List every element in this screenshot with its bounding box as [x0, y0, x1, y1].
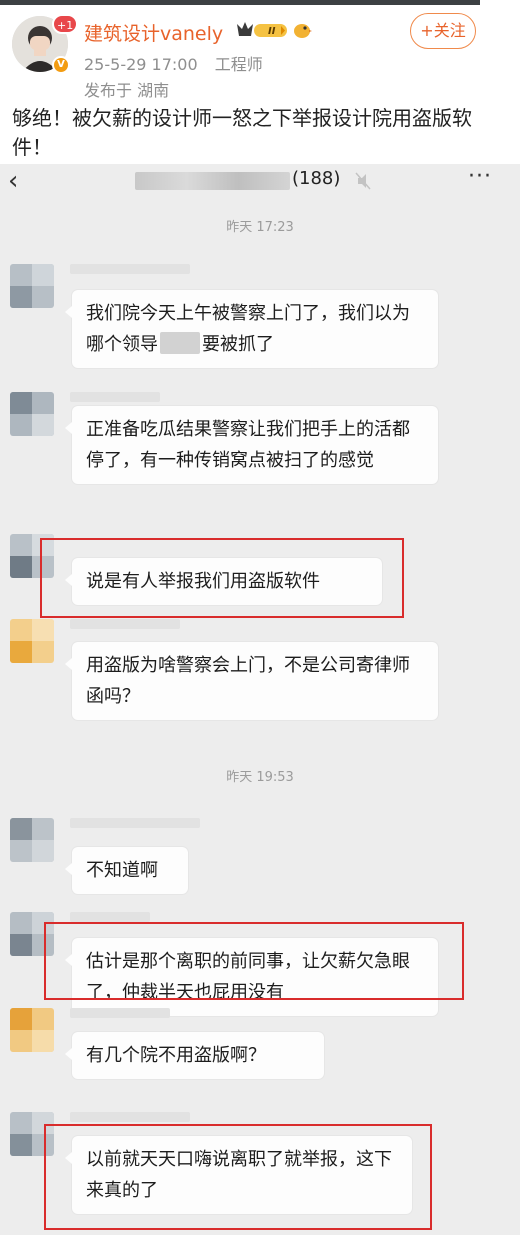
message-text: 用盗版为啥警察会上门，不是公司寄律师函吗？	[86, 655, 410, 707]
chat-avatar-blurred	[10, 619, 54, 663]
message-bubble: 有几个院不用盗版啊？	[65, 1032, 324, 1079]
group-member-count: (188)	[292, 168, 341, 189]
mute-icon	[355, 172, 371, 190]
message-text: 有几个院不用盗版啊？	[86, 1045, 266, 1066]
message-bubble: 用盗版为啥警察会上门，不是公司寄律师函吗？	[65, 642, 438, 720]
user-title: 工程师	[214, 55, 263, 74]
vip-level-text: II	[268, 26, 276, 37]
post-date: 25-5-29 17:00	[84, 55, 198, 74]
sender-name-blurred	[70, 818, 200, 828]
bird-icon	[292, 20, 312, 40]
vip-badge-icon: II	[235, 20, 289, 40]
verified-icon: V	[52, 56, 70, 74]
message-text: 正准备吃瓜结果警察让我们把手上的活都停了，有一种传销窝点被扫了的感觉	[86, 419, 410, 471]
message-text: 不知道啊	[86, 860, 158, 881]
sender-name-blurred	[70, 392, 160, 402]
group-name-blurred	[135, 172, 290, 190]
message-bubble: 我们院今天上午被警察上门了，我们以为哪个领导 要被抓了	[65, 290, 438, 368]
chat-timestamp: 昨天 17:23	[226, 220, 294, 235]
red-highlight-box	[44, 1124, 432, 1230]
sender-name-blurred	[70, 1008, 170, 1018]
chat-avatar-blurred	[10, 264, 54, 308]
chat-header: ‹ (188) ···	[0, 164, 520, 200]
post-location: 发布于 湖南	[84, 81, 170, 100]
chat-avatar-blurred	[10, 392, 54, 436]
post-meta: 25-5-29 17:00 工程师	[84, 51, 263, 75]
sender-name-blurred	[70, 619, 180, 629]
message-bubble: 正准备吃瓜结果警察让我们把手上的活都停了，有一种传销窝点被扫了的感觉	[65, 406, 438, 484]
chat-avatar-blurred	[10, 818, 54, 862]
top-bar	[0, 0, 480, 5]
sender-name-blurred	[70, 1112, 190, 1122]
follow-button[interactable]: +关注	[410, 13, 476, 49]
redacted-name	[160, 332, 200, 354]
message-text: 要被抓了	[202, 334, 274, 355]
more-icon: ···	[468, 164, 492, 189]
chat-timestamp: 昨天 19:53	[226, 770, 294, 785]
message-bubble: 不知道啊	[65, 847, 188, 894]
post-text: 够绝！被欠薪的设计师一怒之下举报设计院用盗版软件！	[12, 106, 472, 159]
sender-name-blurred	[70, 264, 190, 274]
user-avatar[interactable]: +1 V	[12, 14, 79, 74]
sender-name-blurred	[70, 912, 150, 922]
red-highlight-box	[44, 922, 464, 1000]
chat-avatar-blurred	[10, 1008, 54, 1052]
red-highlight-box	[40, 538, 404, 618]
username[interactable]: 建筑设计vanely	[84, 19, 223, 46]
back-icon: ‹	[8, 166, 19, 196]
notification-badge: +1	[52, 14, 79, 34]
chat-screenshot[interactable]: ‹ (188) ··· 昨天 17:23 我们院今天上午被警察上门了，我们以为哪…	[0, 164, 520, 1235]
